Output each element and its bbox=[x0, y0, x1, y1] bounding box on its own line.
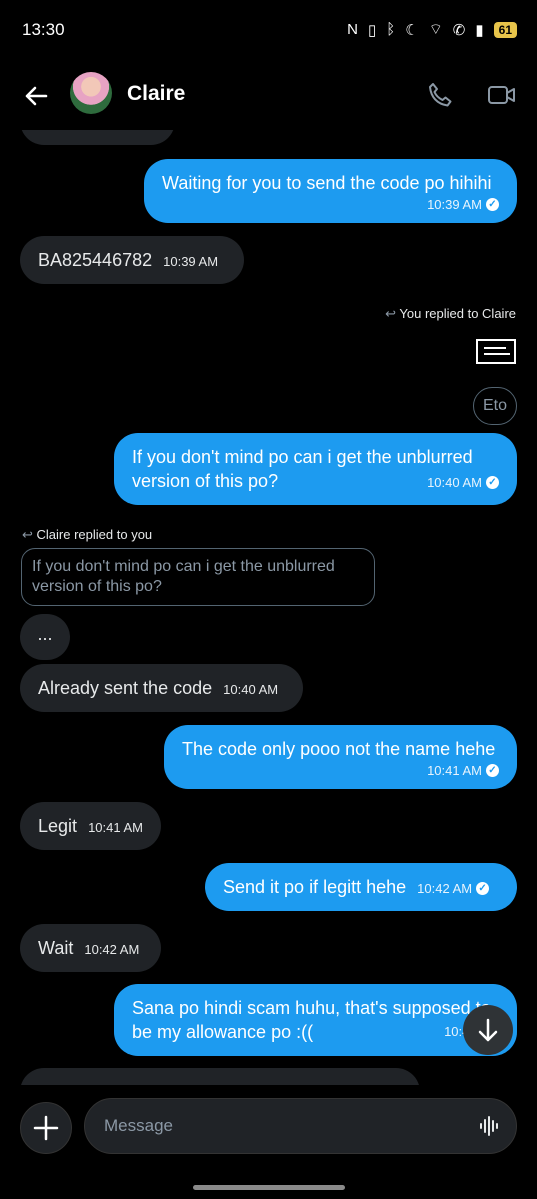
message-bubble-incoming[interactable]: Legit 10:41 AM bbox=[20, 802, 161, 850]
wifi-icon: ⌔ bbox=[428, 21, 443, 38]
home-indicator bbox=[193, 1185, 345, 1190]
message-text-line1: If you don't mind po can i get the unblu… bbox=[132, 447, 473, 467]
message-bubble-cut[interactable] bbox=[20, 1068, 420, 1085]
reply-arrow-icon: ↩ bbox=[385, 306, 397, 321]
read-check-icon: ✓ bbox=[486, 475, 499, 489]
message-bubble-outgoing-reply[interactable]: Eto bbox=[473, 387, 517, 425]
signal-icon: ▮ bbox=[475, 21, 484, 39]
message-bubble-cut[interactable] bbox=[20, 130, 175, 145]
message-text: BA825446782 bbox=[38, 250, 153, 270]
message-bubble-outgoing[interactable]: Waiting for you to send the code po hihi… bbox=[144, 159, 517, 223]
message-bubble-outgoing[interactable]: If you don't mind po can i get the unblu… bbox=[114, 433, 517, 505]
plus-icon bbox=[33, 1115, 59, 1141]
reply-indicator: ↩ You replied to Claire bbox=[385, 306, 516, 322]
message-time: 10:39 AM bbox=[163, 254, 219, 269]
attached-image[interactable] bbox=[476, 339, 516, 364]
message-text: Eto bbox=[482, 397, 507, 414]
add-attachment-button[interactable] bbox=[20, 1102, 72, 1154]
message-text: Wait bbox=[38, 938, 74, 958]
message-time: 10:41 AM bbox=[88, 820, 143, 835]
message-text: Already sent the code bbox=[38, 678, 213, 698]
vibrate-icon: ▯ bbox=[367, 21, 377, 39]
quoted-message[interactable]: If you don't mind po can i get the unblu… bbox=[21, 548, 375, 606]
message-time: 10:40 AM bbox=[223, 682, 279, 697]
status-time: 13:30 bbox=[22, 20, 65, 39]
message-text: Legit bbox=[38, 816, 78, 836]
read-check-icon: ✓ bbox=[476, 881, 490, 895]
moon-icon: ☾ bbox=[405, 21, 419, 39]
phone-icon[interactable] bbox=[425, 80, 455, 110]
battery-indicator: 61 bbox=[493, 21, 517, 38]
message-bubble-incoming[interactable]: Already sent the code 10:40 AM bbox=[20, 664, 303, 712]
reply-indicator-text: You replied to Claire bbox=[399, 306, 516, 321]
back-arrow-icon[interactable] bbox=[20, 80, 52, 112]
message-bubble-outgoing[interactable]: The code only pooo not the name hehe 10:… bbox=[164, 725, 517, 789]
message-time: 10:42 AM bbox=[84, 942, 140, 957]
message-text: Send it po if legitt hehe bbox=[223, 877, 407, 897]
status-icons: N ▯ ᛒ ☾ ⌔ ✆ ▮ 61 bbox=[347, 20, 517, 39]
avatar[interactable] bbox=[70, 72, 112, 114]
quoted-text-line2: version of this po? bbox=[32, 578, 162, 595]
video-call-icon[interactable] bbox=[487, 80, 517, 110]
status-bar: 13:30 N ▯ ᛒ ☾ ⌔ ✆ ▮ 61 bbox=[0, 0, 537, 60]
chat-area[interactable]: Waiting for you to send the code po hihi… bbox=[0, 130, 537, 1085]
message-time: 10:42 AM bbox=[417, 881, 473, 896]
message-text-line1: Sana po hindi scam huhu, that's supposed… bbox=[132, 998, 491, 1018]
message-text-line2: version of this po? bbox=[132, 471, 279, 491]
message-bubble-outgoing[interactable]: Sana po hindi scam huhu, that's supposed… bbox=[114, 984, 517, 1056]
quoted-text-line1: If you don't mind po can i get the unblu… bbox=[32, 558, 335, 575]
message-bubble-incoming[interactable]: BA825446782 10:39 AM bbox=[20, 236, 244, 284]
message-time: 10:41 AM bbox=[427, 763, 482, 778]
chat-header: Claire bbox=[0, 60, 537, 130]
message-input[interactable]: Message bbox=[84, 1098, 517, 1154]
contact-name[interactable]: Claire bbox=[127, 82, 185, 106]
message-time: 10:39 AM bbox=[427, 197, 482, 212]
message-bubble-incoming[interactable]: Wait 10:42 AM bbox=[20, 924, 161, 972]
message-time: 10:40 AM bbox=[427, 475, 482, 490]
message-input-placeholder: Message bbox=[104, 1116, 173, 1135]
reply-arrow-icon: ↩ bbox=[22, 527, 33, 542]
message-text: ... bbox=[37, 624, 53, 644]
message-bubble-incoming[interactable]: ... bbox=[20, 614, 70, 660]
bluetooth-icon: ᛒ bbox=[386, 21, 396, 38]
read-check-icon: ✓ bbox=[486, 763, 499, 777]
message-bubble-outgoing[interactable]: Send it po if legitt hehe 10:42 AM ✓ bbox=[205, 863, 517, 911]
nfc-icon: N bbox=[347, 21, 358, 38]
read-check-icon: ✓ bbox=[486, 197, 499, 211]
voice-message-icon[interactable] bbox=[478, 1115, 500, 1137]
wifi-call-icon: ✆ bbox=[452, 21, 466, 39]
message-text-line2: be my allowance po :(( bbox=[132, 1022, 314, 1042]
reply-indicator: ↩ Claire replied to you bbox=[22, 527, 152, 543]
scroll-to-bottom-button[interactable] bbox=[463, 1005, 513, 1055]
arrow-down-icon bbox=[478, 1018, 498, 1042]
reply-indicator-text: Claire replied to you bbox=[36, 527, 153, 542]
